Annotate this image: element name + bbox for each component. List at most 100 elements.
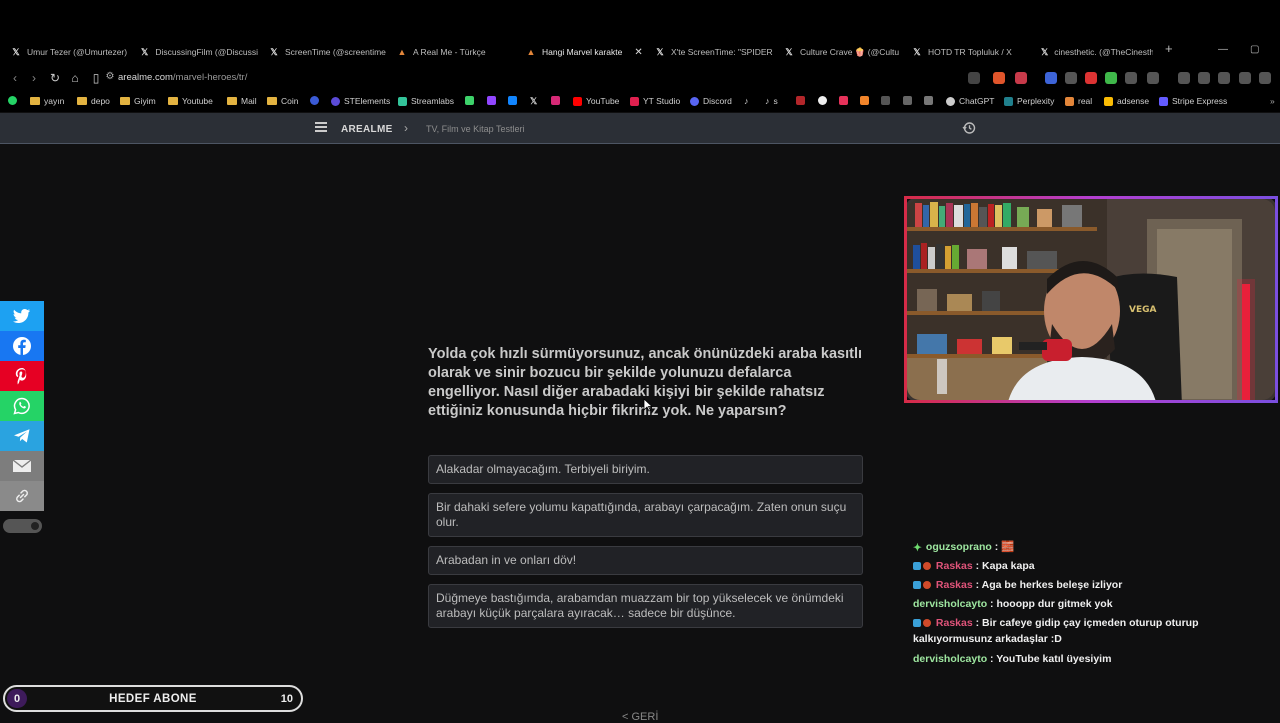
bookmark-item[interactable]: Perplexity [1004,96,1054,106]
extension-icon[interactable] [1147,72,1159,84]
bookmark-item[interactable] [465,96,474,105]
bookmark-folder[interactable]: Mail [227,96,257,106]
browser-tab[interactable]: 𝕏cinesthetic. (@TheCinesth [1041,44,1153,60]
tiktok-icon: ♪ [744,96,749,106]
bookmark-item[interactable]: Streamlabs [398,96,454,106]
folder-icon [227,97,237,105]
stripe-icon [1159,96,1168,106]
extension-icon[interactable] [1085,72,1097,84]
bookmark-item[interactable] [818,96,827,105]
chat-message: dervisholcayto : hooopp dur gitmek yok [913,598,1113,610]
bookmark-folder[interactable]: yayın [30,96,64,106]
bookmark-item[interactable]: ♪ s [765,96,778,106]
wallet-icon[interactable] [1218,72,1230,84]
app-icon [881,96,890,105]
bookmark-item[interactable]: adsense [1104,96,1149,106]
site-logo[interactable]: AREALME [341,124,393,135]
share-telegram-button[interactable] [0,421,44,451]
bookmark-folder[interactable]: Coin [267,96,298,106]
bookmark-item[interactable]: real [1065,96,1092,106]
bookmark-item[interactable] [903,96,912,105]
share-email-button[interactable] [0,451,44,481]
browser-tab[interactable]: ▲ A Real Me - Türkçe [397,44,515,60]
bookmark-folder[interactable]: depo [77,96,110,106]
browser-tab[interactable]: 𝕏 Culture Crave 🍿 (@Cultu [784,44,902,60]
browser-tab[interactable]: 𝕏 Umur Tezer (@Umurtezer) [11,44,129,60]
share-page-icon[interactable] [968,72,980,84]
bookmark-item[interactable] [551,96,560,105]
close-tab-icon[interactable]: ✕ [634,47,642,58]
bookmark-item[interactable] [796,96,805,105]
share-pinterest-button[interactable] [0,361,44,391]
quiz-answer-option[interactable]: Düğmeye bastığımda, arabamdan muazzam bi… [428,584,863,628]
bookmark-item[interactable]: Discord [690,96,732,106]
pinterest-icon [15,368,27,385]
browser-tab-strip: 𝕏 Umur Tezer (@Umurtezer) 𝕏 DiscussingFilm… [0,0,1280,66]
bookmark-item[interactable]: Stripe Express [1159,96,1227,106]
browser-tab[interactable]: 𝕏 DiscussingFilm (@Discussi [140,44,258,60]
leo-ai-icon[interactable] [1239,72,1251,84]
gem-badge-icon [913,562,921,570]
bookmark-whatsapp[interactable] [8,96,17,105]
extensions-puzzle-icon[interactable] [1125,72,1137,84]
back-button[interactable]: < GERİ [622,711,658,723]
browser-tab-active[interactable]: ▲ Hangi Marvel karakte ✕ [526,44,644,60]
sidebar-icon[interactable] [1198,72,1210,84]
chat-message: dervisholcayto : YouTube katıl üyesiyim [913,653,1112,665]
browser-tab[interactable]: 𝕏 HOTD TR Topluluk / X [912,44,1030,60]
bookmark-item[interactable]: YT Studio [630,96,680,106]
site-info-icon[interactable]: ⚙ [102,71,118,82]
quiz-answer-option[interactable]: Arabadan in ve onları döv! [428,546,863,575]
music-icon[interactable] [1178,72,1190,84]
bookmark-item[interactable] [487,96,496,105]
dark-mode-toggle[interactable] [3,519,42,533]
browser-tab[interactable]: 𝕏 ScreenTime (@screentime [269,44,387,60]
share-whatsapp-button[interactable] [0,391,44,421]
history-icon[interactable] [962,121,976,135]
copy-link-button[interactable] [0,481,44,511]
bookmark-item[interactable] [310,96,319,105]
back-arrow-icon[interactable]: ‹ [7,71,23,85]
url-field[interactable]: arealme.com/marvel-heroes/tr/ [118,72,247,83]
bookmark-folder[interactable]: Youtube [168,96,213,106]
menu-icon[interactable] [315,122,327,132]
more-bookmarks-icon[interactable]: » [1270,96,1275,106]
bookmark-item[interactable]: 𝕏 [530,96,537,107]
bookmark-item[interactable] [924,96,933,105]
share-twitter-button[interactable] [0,301,44,331]
breadcrumb[interactable]: TV, Film ve Kitap Testleri [426,124,525,134]
bookmark-item[interactable]: ♪ [744,96,749,106]
quiz-answer-option[interactable]: Alakadar olmayacağım. Terbiyeli biriyim. [428,455,863,484]
x-logo-icon: 𝕏 [141,46,149,57]
bookmark-item[interactable] [881,96,890,105]
maximize-icon[interactable]: ▢ [1250,44,1259,55]
reload-icon[interactable]: ↻ [47,71,63,85]
bookmark-item[interactable] [839,96,848,105]
new-tab-button[interactable]: + [1165,41,1173,56]
vpn-icon[interactable] [1259,72,1271,84]
extension-icon[interactable] [1045,72,1057,84]
bookmark-item[interactable] [860,96,869,105]
gem-badge-icon [913,619,921,627]
extension-icon[interactable] [1065,72,1077,84]
chat-message: Raskas : Kapa kapa [913,558,1213,574]
extension-icon[interactable] [1015,72,1027,84]
sparkle-badge-icon: ✦ [913,542,922,554]
share-facebook-button[interactable] [0,331,44,361]
chat-message: ✦ oguzsoprano : 🧱 [913,541,1015,554]
minimize-icon[interactable]: — [1218,44,1228,55]
bookmark-item[interactable]: ChatGPT [946,96,994,106]
bookmark-folder[interactable]: Giyim [120,96,156,106]
bookmark-item[interactable]: STElements [331,96,390,106]
bookmarks-bar: yayın depo Giyim Youtube Mail Coin STEle… [0,92,1280,112]
x-logo-icon: 𝕏 [785,46,793,57]
home-icon[interactable]: ⌂ [67,71,83,85]
app-icon [839,96,848,105]
brave-shield-icon[interactable] [993,72,1005,84]
extension-icon[interactable] [1105,72,1117,84]
quiz-answer-option[interactable]: Bir dahaki sefere yolumu kapattığında, a… [428,493,863,537]
bookmark-item[interactable]: YouTube [573,96,619,106]
bookmark-item[interactable] [508,96,517,105]
forward-arrow-icon[interactable]: › [26,71,42,85]
browser-tab[interactable]: 𝕏 X'te ScreenTime: "SPIDER [655,44,773,60]
